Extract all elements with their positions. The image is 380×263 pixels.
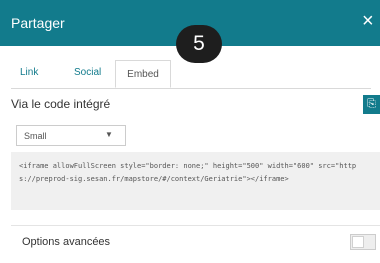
tab-social[interactable]: Social	[74, 67, 101, 78]
advanced-options-label: Options avancées	[22, 236, 111, 248]
size-select[interactable]: Small ▼	[16, 125, 126, 146]
embed-code-block[interactable]: <iframe allowFullScreen style="border: n…	[11, 152, 380, 210]
tab-link[interactable]: Link	[20, 67, 38, 78]
advanced-options-toggle[interactable]	[350, 234, 376, 250]
step-badge: 5	[176, 25, 222, 63]
size-select-value: Small	[24, 131, 47, 141]
dialog-title: Partager	[11, 15, 65, 31]
copy-icon: ⎘	[367, 98, 376, 110]
close-icon[interactable]: ×	[362, 11, 374, 31]
chevron-down-icon: ▼	[105, 130, 113, 139]
share-tabs: Link Social Embed	[11, 60, 371, 89]
copy-code-button[interactable]: ⎘	[363, 95, 380, 114]
embed-section-title: Via le code intégré	[11, 97, 111, 111]
toggle-knob	[352, 236, 364, 248]
tab-embed[interactable]: Embed	[115, 60, 171, 88]
divider	[11, 225, 380, 226]
